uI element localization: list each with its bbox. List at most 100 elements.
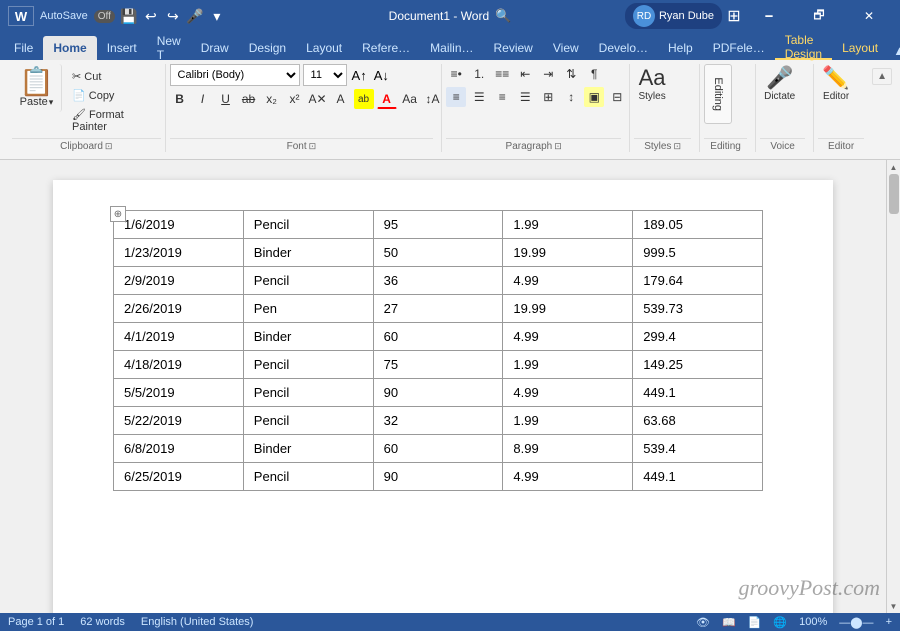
scroll-thumb[interactable]: [889, 174, 899, 214]
increase-indent-button[interactable]: ⇥: [538, 64, 558, 84]
editing-button[interactable]: Editing: [704, 64, 732, 124]
cut-button[interactable]: ✂ Cut: [68, 68, 161, 85]
layout-icon[interactable]: ⊞: [726, 8, 742, 24]
cell-item: Pencil: [243, 211, 373, 239]
zoom-slider[interactable]: —⬤—: [839, 616, 873, 629]
tab-pdfelement[interactable]: PDFele…: [703, 36, 775, 60]
restore-button[interactable]: 🗗: [796, 0, 842, 32]
font-case-button[interactable]: Aa: [400, 89, 420, 109]
highlight-button[interactable]: ab: [354, 89, 374, 109]
save-icon[interactable]: 💾: [121, 8, 137, 24]
strikethrough-button[interactable]: ab: [239, 89, 259, 109]
align-center-button[interactable]: ☰: [469, 87, 489, 107]
italic-button[interactable]: I: [193, 89, 213, 109]
font-content: Calibri (Body) 11 A↑ A↓ B I U ab x₂ x² A…: [170, 64, 443, 138]
minimize-button[interactable]: 🗕: [746, 0, 792, 32]
read-mode-icon[interactable]: 📖: [722, 616, 736, 629]
clipboard-label: Clipboard ⊡: [12, 138, 161, 152]
autosave-toggle[interactable]: Off: [94, 10, 115, 23]
search-icon[interactable]: 🔍: [495, 8, 511, 24]
numbering-button[interactable]: 1.: [469, 64, 489, 84]
tab-insert[interactable]: Insert: [97, 36, 147, 60]
styles-expand-icon[interactable]: ⊡: [673, 141, 681, 152]
dictate-button[interactable]: 🎤 Dictate: [760, 64, 799, 105]
tab-view[interactable]: View: [543, 36, 589, 60]
line-spacing-button[interactable]: ↕: [561, 87, 581, 107]
font-change-button[interactable]: ↕A: [423, 89, 443, 109]
tab-file[interactable]: File: [4, 36, 43, 60]
cell-date: 6/25/2019: [114, 463, 244, 491]
font-color-button[interactable]: A: [377, 89, 397, 109]
borders-button[interactable]: ⊟: [607, 87, 627, 107]
print-layout-icon[interactable]: 📄: [748, 616, 762, 629]
custom-toolbar-icon[interactable]: 🎤: [187, 8, 203, 24]
paragraph-expand-icon[interactable]: ⊡: [554, 141, 562, 152]
scroll-down-arrow[interactable]: ▼: [887, 599, 900, 613]
table-row: 6/8/2019Binder608.99539.4: [114, 435, 763, 463]
table-move-handle[interactable]: ⊕: [110, 206, 126, 222]
align-left-button[interactable]: ≡: [446, 87, 466, 107]
increase-font-icon[interactable]: A↑: [350, 66, 369, 85]
text-effects-button[interactable]: A: [331, 89, 351, 109]
tab-developer[interactable]: Develo…: [589, 36, 658, 60]
tab-help[interactable]: Help: [658, 36, 703, 60]
vertical-scrollbar[interactable]: ▲ ▼: [886, 160, 900, 613]
close-button[interactable]: ✕: [846, 0, 892, 32]
multilevel-button[interactable]: ≡≡: [492, 64, 512, 84]
more-icon[interactable]: ▾: [209, 8, 225, 24]
title-bar: W AutoSave Off 💾 ↩ ↪ 🎤 ▾ Document1 - Wor…: [0, 0, 900, 32]
voice-label: Voice: [760, 138, 805, 152]
bold-button[interactable]: B: [170, 89, 190, 109]
tab-references[interactable]: Refere…: [352, 36, 420, 60]
cell-date: 6/8/2019: [114, 435, 244, 463]
user-badge[interactable]: RD Ryan Dube: [625, 3, 722, 29]
paste-dropdown-icon[interactable]: ▾: [49, 97, 54, 108]
editor-button[interactable]: ✏️ Editor: [818, 64, 854, 105]
redo-icon[interactable]: ↪: [165, 8, 181, 24]
clipboard-expand-icon[interactable]: ⊡: [105, 141, 113, 152]
scroll-up-arrow[interactable]: ▲: [887, 160, 900, 174]
decrease-font-icon[interactable]: A↓: [372, 66, 391, 85]
table-row: 5/5/2019Pencil904.99449.1: [114, 379, 763, 407]
bullets-button[interactable]: ≡•: [446, 64, 466, 84]
justify-button[interactable]: ☰: [515, 87, 535, 107]
decrease-indent-button[interactable]: ⇤: [515, 64, 535, 84]
font-size-select[interactable]: 11: [303, 64, 347, 86]
shading-button[interactable]: ▣: [584, 87, 604, 107]
web-layout-icon[interactable]: 🌐: [773, 616, 787, 629]
font-expand-icon[interactable]: ⊡: [309, 141, 317, 152]
column-break-button[interactable]: ⊞: [538, 87, 558, 107]
superscript-button[interactable]: x²: [285, 89, 305, 109]
tab-table-design[interactable]: Table Design: [775, 36, 832, 60]
cell-item: Pencil: [243, 379, 373, 407]
zoom-in-icon[interactable]: +: [886, 616, 892, 628]
styles-button[interactable]: Aа Styles: [634, 64, 670, 105]
undo-icon[interactable]: ↩: [143, 8, 159, 24]
tab-draw[interactable]: Draw: [191, 36, 239, 60]
tab-design[interactable]: Design: [239, 36, 296, 60]
format-painter-button[interactable]: 🖌 Format Painter: [68, 106, 161, 135]
tab-review[interactable]: Review: [484, 36, 543, 60]
ribbon-collapse-btn[interactable]: ▲: [872, 64, 892, 85]
sort-button[interactable]: ⇅: [561, 64, 581, 84]
table-row: 1/6/2019Pencil951.99189.05: [114, 211, 763, 239]
tab-home[interactable]: Home: [43, 36, 96, 60]
font-family-select[interactable]: Calibri (Body): [170, 64, 300, 86]
ribbon-collapse-icon[interactable]: ▲: [888, 41, 900, 60]
align-right-button[interactable]: ≡: [492, 87, 512, 107]
paragraph-label: Paragraph ⊡: [446, 138, 621, 152]
underline-button[interactable]: U: [216, 89, 236, 109]
tab-layout[interactable]: Layout: [296, 36, 352, 60]
focus-mode-icon[interactable]: 👁: [696, 616, 710, 629]
collapse-ribbon-icon[interactable]: ▲: [872, 68, 892, 85]
clear-format-button[interactable]: A✕: [308, 89, 328, 109]
tab-mailings[interactable]: Mailin…: [420, 36, 483, 60]
tab-layout-contextual[interactable]: Layout: [832, 36, 888, 60]
copy-button[interactable]: 📄 Copy: [68, 87, 161, 104]
paste-button[interactable]: 📋 Paste ▾: [12, 64, 62, 112]
cell-price: 4.99: [503, 463, 633, 491]
show-formatting-button[interactable]: ¶: [584, 64, 604, 84]
scroll-track[interactable]: [887, 174, 900, 599]
subscript-button[interactable]: x₂: [262, 89, 282, 109]
tab-new-t[interactable]: New T: [147, 36, 191, 60]
